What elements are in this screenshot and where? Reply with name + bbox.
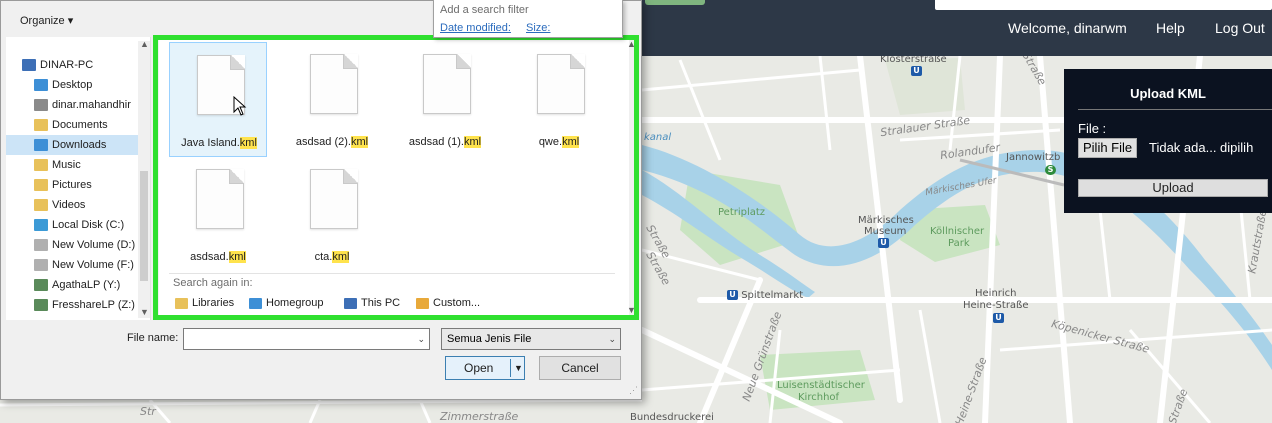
highlight-frame bbox=[153, 35, 639, 320]
map-label: kanal bbox=[644, 132, 672, 143]
navigation-pane: DINAR-PC Desktop dinar.mahandhir Documents D… bbox=[6, 37, 151, 320]
scroll-down-icon[interactable]: ▼ bbox=[140, 307, 149, 317]
nav-item[interactable]: Videos bbox=[6, 195, 146, 215]
file-label: File : bbox=[1078, 121, 1107, 136]
map-label: Luisenstädtischer bbox=[777, 380, 865, 391]
filter-date-modified[interactable]: Date modified: bbox=[440, 22, 511, 34]
nav-item[interactable]: AgathaLP (Y:) bbox=[6, 275, 146, 295]
file-open-dialog: Organize ▾ DINAR-PC Desktop dinar.mahandhi… bbox=[0, 0, 642, 400]
chevron-down-icon: ▼ bbox=[514, 363, 523, 373]
nav-item[interactable]: New Volume (D:) bbox=[6, 235, 146, 255]
nav-item-label: dinar.mahandhir bbox=[52, 99, 131, 111]
computer-icon bbox=[22, 59, 36, 71]
ubahn-icon: U bbox=[878, 238, 889, 249]
nav-scrollbar-thumb[interactable] bbox=[140, 171, 148, 281]
ubahn-icon: U bbox=[911, 66, 922, 77]
map-label: Jannowitzb bbox=[1006, 152, 1061, 163]
ubahn-icon: U bbox=[727, 290, 738, 300]
welcome-text: Welcome, dinarwm bbox=[1008, 20, 1127, 36]
nav-item[interactable]: Desktop bbox=[6, 75, 146, 95]
network-drive-icon bbox=[34, 299, 48, 311]
chevron-down-icon: ⌄ bbox=[417, 334, 425, 344]
filetype-select[interactable]: Semua Jenis File ⌄ bbox=[441, 328, 621, 350]
filename-input[interactable]: ⌄ bbox=[183, 328, 430, 350]
cancel-button[interactable]: Cancel bbox=[539, 356, 621, 380]
nav-item-label: Downloads bbox=[52, 139, 107, 151]
map-label: Bundesdruckerei bbox=[630, 412, 714, 423]
map-label: Str bbox=[140, 405, 156, 418]
drive-icon bbox=[34, 239, 48, 251]
documents-folder-icon bbox=[34, 119, 48, 131]
filter-size[interactable]: Size: bbox=[526, 22, 550, 34]
nav-item-label: FresshareLP (Z:) bbox=[52, 299, 135, 311]
nav-item[interactable]: Documents bbox=[6, 115, 146, 135]
drive-icon bbox=[34, 259, 48, 271]
nav-item[interactable]: Pictures bbox=[6, 175, 146, 195]
search-filter-hint: Add a search filter bbox=[440, 4, 529, 16]
nav-item-label: AgathaLP (Y:) bbox=[52, 279, 121, 291]
nav-item[interactable]: New Volume (F:) bbox=[6, 255, 146, 275]
nav-item-label: Documents bbox=[52, 119, 108, 131]
map-label: Heine-Straße bbox=[963, 300, 1029, 311]
nav-item[interactable]: Downloads bbox=[6, 135, 146, 155]
navbar-search-box[interactable] bbox=[935, 0, 1272, 10]
nav-item-label: Music bbox=[52, 159, 81, 171]
network-drive-icon bbox=[34, 279, 48, 291]
logout-link[interactable]: Log Out bbox=[1215, 20, 1265, 36]
nav-item-label: New Volume (F:) bbox=[52, 259, 134, 271]
nav-item-label: Videos bbox=[52, 199, 86, 211]
map-label: Märkisches bbox=[858, 215, 914, 226]
resize-grip-icon[interactable]: ⋰ bbox=[629, 385, 638, 396]
desktop-folder-icon bbox=[34, 79, 48, 91]
organize-menu[interactable]: Organize ▾ bbox=[20, 14, 73, 27]
nav-scrollbar[interactable] bbox=[138, 41, 150, 318]
nav-item[interactable]: DINAR-PC bbox=[6, 55, 146, 75]
map-label: Köllnischer bbox=[930, 226, 985, 237]
map-label: Museum bbox=[864, 226, 907, 237]
map-label: Park bbox=[948, 238, 970, 249]
open-button[interactable]: Open ▼ bbox=[445, 356, 525, 380]
nav-item[interactable]: Local Disk (C:) bbox=[6, 215, 146, 235]
upload-button[interactable]: Upload bbox=[1078, 179, 1268, 197]
map-label: U Spittelmarkt bbox=[727, 290, 803, 301]
sbahn-icon: S bbox=[1045, 165, 1056, 176]
nav-item-label: Pictures bbox=[52, 179, 92, 191]
music-folder-icon bbox=[34, 159, 48, 171]
search-filter-popup: Add a search filter Date modified: Size: bbox=[433, 0, 623, 38]
no-file-chosen-text: Tidak ada... dipilih bbox=[1149, 140, 1254, 155]
local-disk-icon bbox=[34, 219, 48, 231]
map-label: Heinrich bbox=[975, 288, 1017, 299]
chevron-down-icon: ⌄ bbox=[608, 334, 616, 344]
nav-item[interactable]: Music bbox=[6, 155, 146, 175]
nav-item-label: Local Disk (C:) bbox=[52, 219, 125, 231]
nav-item-label: New Volume (D:) bbox=[52, 239, 136, 251]
nav-item-label: Desktop bbox=[52, 79, 93, 91]
navbar-accent-tab[interactable] bbox=[645, 0, 705, 5]
pictures-folder-icon bbox=[34, 179, 48, 191]
mouse-cursor-icon bbox=[233, 96, 247, 116]
user-folder-icon bbox=[34, 99, 48, 111]
upload-panel-title: Upload KML bbox=[1130, 86, 1206, 101]
map-label: Kirchhof bbox=[798, 392, 840, 403]
choose-file-button[interactable]: Pilih File bbox=[1078, 138, 1138, 158]
downloads-folder-icon bbox=[34, 139, 48, 151]
split-divider bbox=[510, 359, 511, 377]
divider bbox=[1078, 109, 1272, 110]
videos-folder-icon bbox=[34, 199, 48, 211]
nav-item[interactable]: FresshareLP (Z:) bbox=[6, 295, 146, 315]
nav-item[interactable]: dinar.mahandhir bbox=[6, 95, 146, 115]
nav-item-label: DINAR-PC bbox=[40, 59, 94, 71]
help-link[interactable]: Help bbox=[1156, 20, 1185, 36]
filename-label: File name: bbox=[127, 332, 179, 344]
scroll-up-icon[interactable]: ▲ bbox=[140, 39, 149, 49]
map-label: Zimmerstraße bbox=[440, 410, 519, 423]
map-label: Petriplatz bbox=[718, 207, 766, 218]
upload-kml-panel: Upload KML File : Pilih File Tidak ada..… bbox=[1064, 69, 1272, 213]
ubahn-icon: U bbox=[993, 313, 1004, 324]
